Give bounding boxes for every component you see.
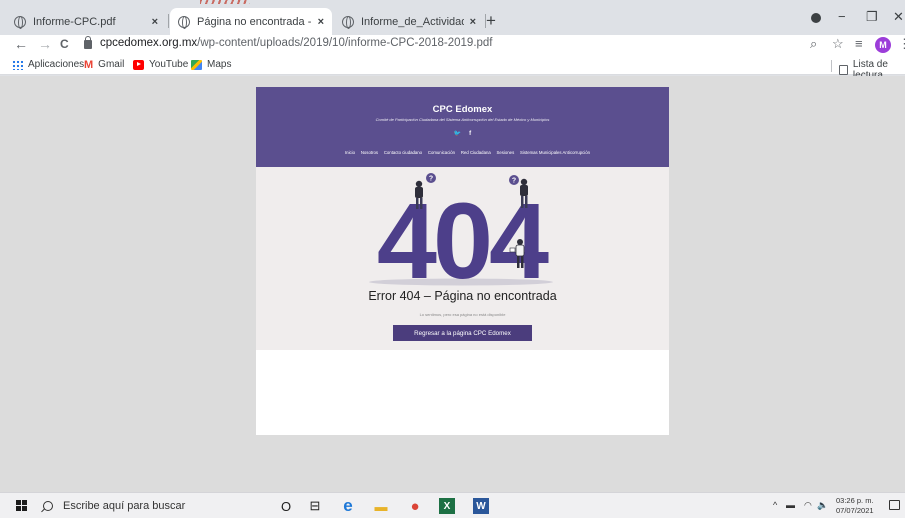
menu-item-comunicacion[interactable]: Comunicación (428, 150, 455, 155)
new-tab-button[interactable]: + (486, 11, 496, 31)
taskbar-search[interactable]: Escribe aquí para buscar (37, 494, 267, 518)
word-icon[interactable]: W (473, 498, 489, 514)
globe-icon (14, 15, 26, 29)
youtube-icon (133, 59, 144, 70)
bookmark-label: Gmail (98, 59, 125, 70)
site-title[interactable]: CPC Edomex (256, 104, 669, 115)
bookmark-star-icon[interactable]: ☆ (832, 36, 844, 52)
search-placeholder: Escribe aquí para buscar (63, 500, 186, 512)
file-explorer-icon[interactable]: ▬ (373, 498, 389, 514)
bookmark-label: YouTube (149, 59, 189, 70)
apps-icon (12, 59, 23, 70)
notifications-icon[interactable] (889, 500, 900, 510)
bookmark-label: Aplicaciones (28, 59, 85, 70)
menu-item-inicio[interactable]: Inicio (345, 150, 355, 155)
task-view-icon[interactable]: ⊟ (307, 498, 323, 514)
close-window-button[interactable]: ✕ (893, 9, 904, 25)
bookmark-youtube[interactable]: YouTube (133, 59, 188, 70)
zoom-icon[interactable]: ⌕ (810, 36, 817, 52)
reload-button[interactable]: C (60, 37, 69, 51)
maps-icon (191, 59, 202, 70)
gmail-icon: M (84, 58, 94, 71)
menu-item-red-ciudadana[interactable]: Red Ciudadana (461, 150, 491, 155)
tab-title: Informe_de_Actividades_CPC_20 (361, 15, 464, 28)
bookmark-maps[interactable]: Maps (191, 59, 231, 70)
decorative-stripes (200, 0, 250, 4)
menu-icon[interactable]: ⋮ (898, 36, 905, 52)
browser-tab-strip: Informe-CPC.pdf × Página no encontrada -… (0, 0, 905, 35)
menu-item-nosotros[interactable]: Nosotros (361, 150, 378, 155)
page-viewport: CPC Edomex Comité de Participación Ciuda… (0, 76, 905, 492)
page-card: CPC Edomex Comité de Participación Ciuda… (256, 87, 669, 435)
social-links: 🐦 f (256, 130, 669, 137)
edge-icon[interactable]: e (340, 496, 356, 515)
back-to-home-button[interactable]: Regresar a la página CPC Edomex (393, 325, 532, 341)
tab-pagina-no-encontrada[interactable]: Página no encontrada - CPC Edo × (170, 8, 332, 35)
error-title: Error 404 – Página no encontrada (368, 289, 557, 303)
menu-item-sistemas-municipales[interactable]: Sistemas Municipales Anticorrupción (520, 150, 590, 155)
tab-informe-actividades[interactable]: Informe_de_Actividades_CPC_20 × (334, 8, 484, 35)
svg-text:?: ? (429, 176, 433, 183)
error-404-illustration: 404 ? ? (369, 173, 553, 287)
volume-icon[interactable]: 🔈 (817, 500, 828, 511)
svg-text:?: ? (512, 178, 516, 185)
menu-item-sesiones[interactable]: Sesiones (497, 150, 515, 155)
facebook-icon[interactable]: f (469, 131, 471, 137)
tab-informe-cpc[interactable]: Informe-CPC.pdf × (6, 8, 166, 35)
tab-title: Página no encontrada - CPC Edo (197, 15, 312, 28)
clock-time: 03:26 p. m. (836, 496, 874, 505)
excel-icon[interactable]: X (439, 498, 455, 514)
browser-toolbar: ← → C cpcedomex.org.mx/wp-content/upload… (0, 35, 905, 56)
error-message: Lo sentimos, pero esa página no está dis… (419, 312, 506, 317)
bookmarks-bar: Aplicaciones M Gmail YouTube Maps Lista … (0, 56, 905, 81)
tab-close-icon[interactable]: × (470, 16, 476, 28)
tray-expand-icon[interactable]: ^ (773, 500, 777, 510)
maximize-button[interactable]: ❐ (866, 9, 878, 25)
chrome-icon[interactable]: ● (407, 498, 423, 515)
twitter-icon[interactable]: 🐦 (454, 131, 461, 137)
reading-list-icon (839, 65, 848, 75)
clock-date: 07/07/2021 (836, 506, 874, 515)
bookmark-separator (831, 60, 832, 72)
battery-icon[interactable]: ▬ (786, 500, 795, 510)
address-bar[interactable]: cpcedomex.org.mx/wp-content/uploads/2019… (84, 35, 493, 49)
cortana-icon[interactable]: O (278, 498, 294, 514)
profile-indicator-icon[interactable] (811, 13, 821, 23)
site-subtitle: Comité de Participación Ciudadana del Si… (375, 117, 550, 122)
globe-icon (178, 15, 190, 29)
tab-close-icon[interactable]: × (318, 16, 324, 28)
url-domain: cpcedomex.org.mx (100, 37, 198, 49)
reading-list-icon[interactable]: ≡ (855, 36, 863, 51)
bookmark-gmail[interactable]: M Gmail (84, 59, 124, 70)
windows-start-icon[interactable] (16, 500, 27, 511)
windows-taskbar: Escribe aquí para buscar O ⊟ e ▬ ● X W ^… (0, 492, 905, 518)
globe-icon (342, 15, 354, 29)
tab-close-icon[interactable]: × (152, 16, 158, 28)
error-section: 404 ? ? Error 404 – Página no encontrada… (256, 167, 669, 350)
url-path: /wp-content/uploads/2019/10/informe-CPC-… (197, 37, 493, 49)
back-button[interactable]: ← (14, 36, 28, 52)
tab-title: Informe-CPC.pdf (33, 15, 116, 28)
profile-avatar[interactable]: M (875, 37, 891, 53)
lock-icon[interactable] (84, 35, 92, 49)
site-menu: Inicio Nosotros Contacto ciudadano Comun… (256, 150, 669, 155)
menu-item-contacto[interactable]: Contacto ciudadano (384, 150, 422, 155)
bookmark-label: Maps (207, 59, 232, 70)
wifi-icon[interactable]: ◠ (804, 500, 812, 511)
forward-button[interactable]: → (38, 36, 52, 52)
system-clock[interactable]: 03:26 p. m. 07/07/2021 (836, 496, 874, 516)
bookmark-aplicaciones[interactable]: Aplicaciones (12, 59, 84, 70)
search-icon (43, 501, 53, 511)
minimize-button[interactable]: − (838, 9, 846, 24)
site-header: CPC Edomex Comité de Participación Ciuda… (256, 87, 669, 167)
tab-separator (168, 14, 169, 28)
